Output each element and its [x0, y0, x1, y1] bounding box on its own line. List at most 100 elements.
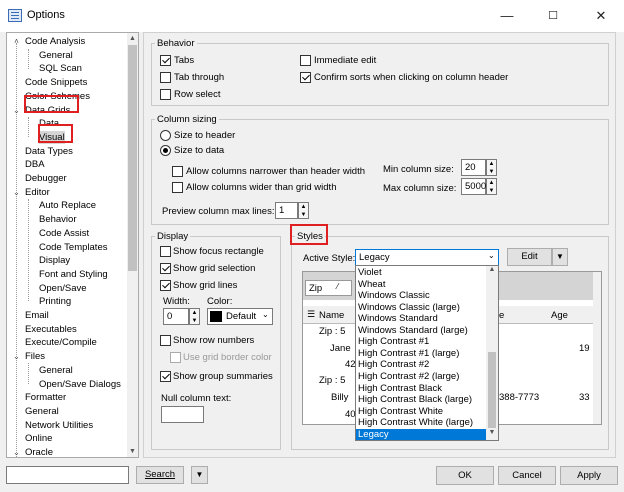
focus-rect-checkbox[interactable] — [160, 246, 171, 257]
min-size-stepper[interactable]: ▲ ▼ — [486, 159, 497, 176]
scroll-up-icon[interactable]: ▲ — [486, 266, 498, 277]
allow-narrower-checkbox[interactable] — [172, 166, 183, 177]
style-option[interactable]: Windows Standard (large) — [356, 325, 487, 337]
tree-item[interactable]: Open/Save Dialogs — [39, 378, 121, 391]
active-style-select[interactable]: Legacy — [355, 249, 499, 266]
chevron-up-icon[interactable]: ˄ — [12, 37, 21, 46]
tree-item[interactable]: Network Utilities — [25, 419, 93, 432]
tabs-checkbox[interactable] — [160, 55, 171, 66]
tree-item[interactable]: Debugger — [25, 172, 67, 185]
close-button[interactable]: ✕ — [578, 0, 624, 32]
row1-age: 19 — [579, 343, 590, 354]
tree-scroll-thumb[interactable] — [128, 45, 137, 271]
style-option[interactable]: High Contrast #2 — [356, 359, 487, 371]
tree-item[interactable]: DBA — [25, 158, 45, 171]
use-border-color-checkbox[interactable] — [170, 352, 181, 363]
style-option[interactable]: Windows Standard — [356, 313, 487, 325]
width-input[interactable]: 0 — [163, 308, 189, 325]
style-option[interactable]: High Contrast Black — [356, 383, 487, 395]
tree-item[interactable]: General — [39, 49, 73, 62]
preview-lines-input[interactable]: 1 — [275, 202, 298, 219]
chevron-down-icon[interactable]: ⌄ — [12, 188, 21, 197]
style-option[interactable]: High Contrast #1 (large) — [356, 348, 487, 360]
search-button[interactable]: Search — [136, 466, 184, 484]
scroll-up-icon[interactable]: ▲ — [127, 33, 138, 44]
scroll-down-icon[interactable]: ▼ — [127, 446, 138, 457]
row-select-checkbox[interactable] — [160, 89, 171, 100]
allow-wider-checkbox[interactable] — [172, 182, 183, 193]
chevron-down-icon[interactable]: ⌄ — [12, 106, 21, 115]
tree-scrollbar[interactable]: ▲ ▼ — [127, 33, 138, 457]
style-option[interactable]: Violet — [356, 267, 487, 279]
edit-button[interactable]: Edit — [507, 248, 552, 266]
e-column-header: e — [499, 310, 505, 321]
confirm-sorts-checkbox[interactable] — [300, 72, 311, 83]
chevron-down-icon[interactable]: ⌄ — [262, 310, 269, 319]
max-size-stepper[interactable]: ▲ ▼ — [486, 178, 497, 195]
tree-item[interactable]: Executables — [25, 323, 77, 336]
search-input[interactable] — [6, 466, 129, 484]
tree-item[interactable]: Display — [39, 254, 70, 267]
chevron-down-icon[interactable]: ⌄ — [12, 352, 21, 361]
style-option[interactable]: High Contrast White — [356, 406, 487, 418]
tree-item[interactable]: General — [39, 364, 73, 377]
grid-lines-checkbox[interactable] — [160, 280, 171, 291]
width-stepper[interactable]: ▲ ▼ — [189, 308, 200, 325]
grid-selection-checkbox[interactable] — [160, 263, 171, 274]
tree-item[interactable]: Execute/Compile — [25, 336, 97, 349]
style-option[interactable]: High Contrast Black (large) — [356, 394, 487, 406]
search-options-arrow-icon[interactable]: ▼ — [191, 466, 208, 484]
edit-menu-arrow-icon[interactable]: ▼ — [552, 248, 568, 266]
tree-item[interactable]: Files — [25, 350, 45, 363]
maximize-button[interactable]: ☐ — [530, 0, 576, 32]
tab-through-checkbox[interactable] — [160, 72, 171, 83]
tree-item[interactable]: Code Analysis — [25, 35, 85, 48]
style-option[interactable]: Windows Classic (large) — [356, 302, 487, 314]
scroll-down-icon[interactable]: ▼ — [486, 429, 498, 440]
use-border-color-label: Use grid border color — [183, 352, 272, 363]
max-size-input[interactable]: 5000 — [461, 178, 486, 195]
style-option[interactable]: Wheat — [356, 279, 487, 291]
dropdown-scrollbar[interactable]: ▲ ▼ — [486, 266, 498, 440]
tree-item[interactable]: Email — [25, 309, 49, 322]
style-option[interactable]: Windows Classic — [356, 290, 487, 302]
tree-item[interactable]: Code Assist — [39, 227, 89, 240]
min-size-input[interactable]: 20 — [461, 159, 486, 176]
tree-item[interactable]: Code Snippets — [25, 76, 87, 89]
ok-button[interactable]: OK — [436, 466, 494, 485]
tree-item[interactable]: SQL Scan — [39, 62, 82, 75]
grid-scrollbar[interactable] — [593, 272, 601, 424]
confirm-sorts-label: Confirm sorts when clicking on column he… — [314, 72, 509, 83]
active-style-dropdown-list[interactable]: Violet Wheat Windows Classic Windows Classi… — [355, 265, 499, 441]
tree-item[interactable]: Behavior — [39, 213, 77, 226]
style-option[interactable]: High Contrast #2 (large) — [356, 371, 487, 383]
style-option[interactable]: High Contrast White (large) — [356, 417, 487, 429]
tree-item[interactable]: Open/Save — [39, 282, 87, 295]
tree-item[interactable]: General — [25, 405, 59, 418]
tree-item[interactable]: Font and Styling — [39, 268, 108, 281]
chevron-down-icon[interactable]: ⌄ — [488, 251, 495, 260]
minimize-button[interactable]: — — [484, 0, 530, 32]
null-text-input[interactable] — [161, 406, 204, 423]
style-option[interactable]: Legacy — [356, 428, 487, 441]
apply-button[interactable]: Apply — [560, 466, 618, 485]
tree-item[interactable]: Oracle — [25, 446, 53, 457]
size-to-data-radio[interactable] — [160, 145, 171, 156]
tree-item[interactable]: Formatter — [25, 391, 66, 404]
chevron-down-icon[interactable]: ⌄ — [12, 448, 21, 457]
tree-item[interactable]: Editor — [25, 186, 50, 199]
tree-item[interactable]: Printing — [39, 295, 71, 308]
tree-item[interactable]: Auto Replace — [39, 199, 96, 212]
tree-item[interactable]: Code Templates — [39, 241, 107, 254]
dropdown-scroll-thumb[interactable] — [488, 352, 496, 428]
immediate-edit-checkbox[interactable] — [300, 55, 311, 66]
tree-item[interactable]: Online — [25, 432, 52, 445]
title-bar: Options — ☐ ✕ — [0, 0, 624, 32]
group-summaries-checkbox[interactable] — [160, 371, 171, 382]
style-option[interactable]: High Contrast #1 — [356, 336, 487, 348]
preview-lines-stepper[interactable]: ▲ ▼ — [298, 202, 309, 219]
size-to-header-radio[interactable] — [160, 130, 171, 141]
tree-item[interactable]: Data Types — [25, 145, 73, 158]
cancel-button[interactable]: Cancel — [498, 466, 556, 485]
row-numbers-checkbox[interactable] — [160, 335, 171, 346]
